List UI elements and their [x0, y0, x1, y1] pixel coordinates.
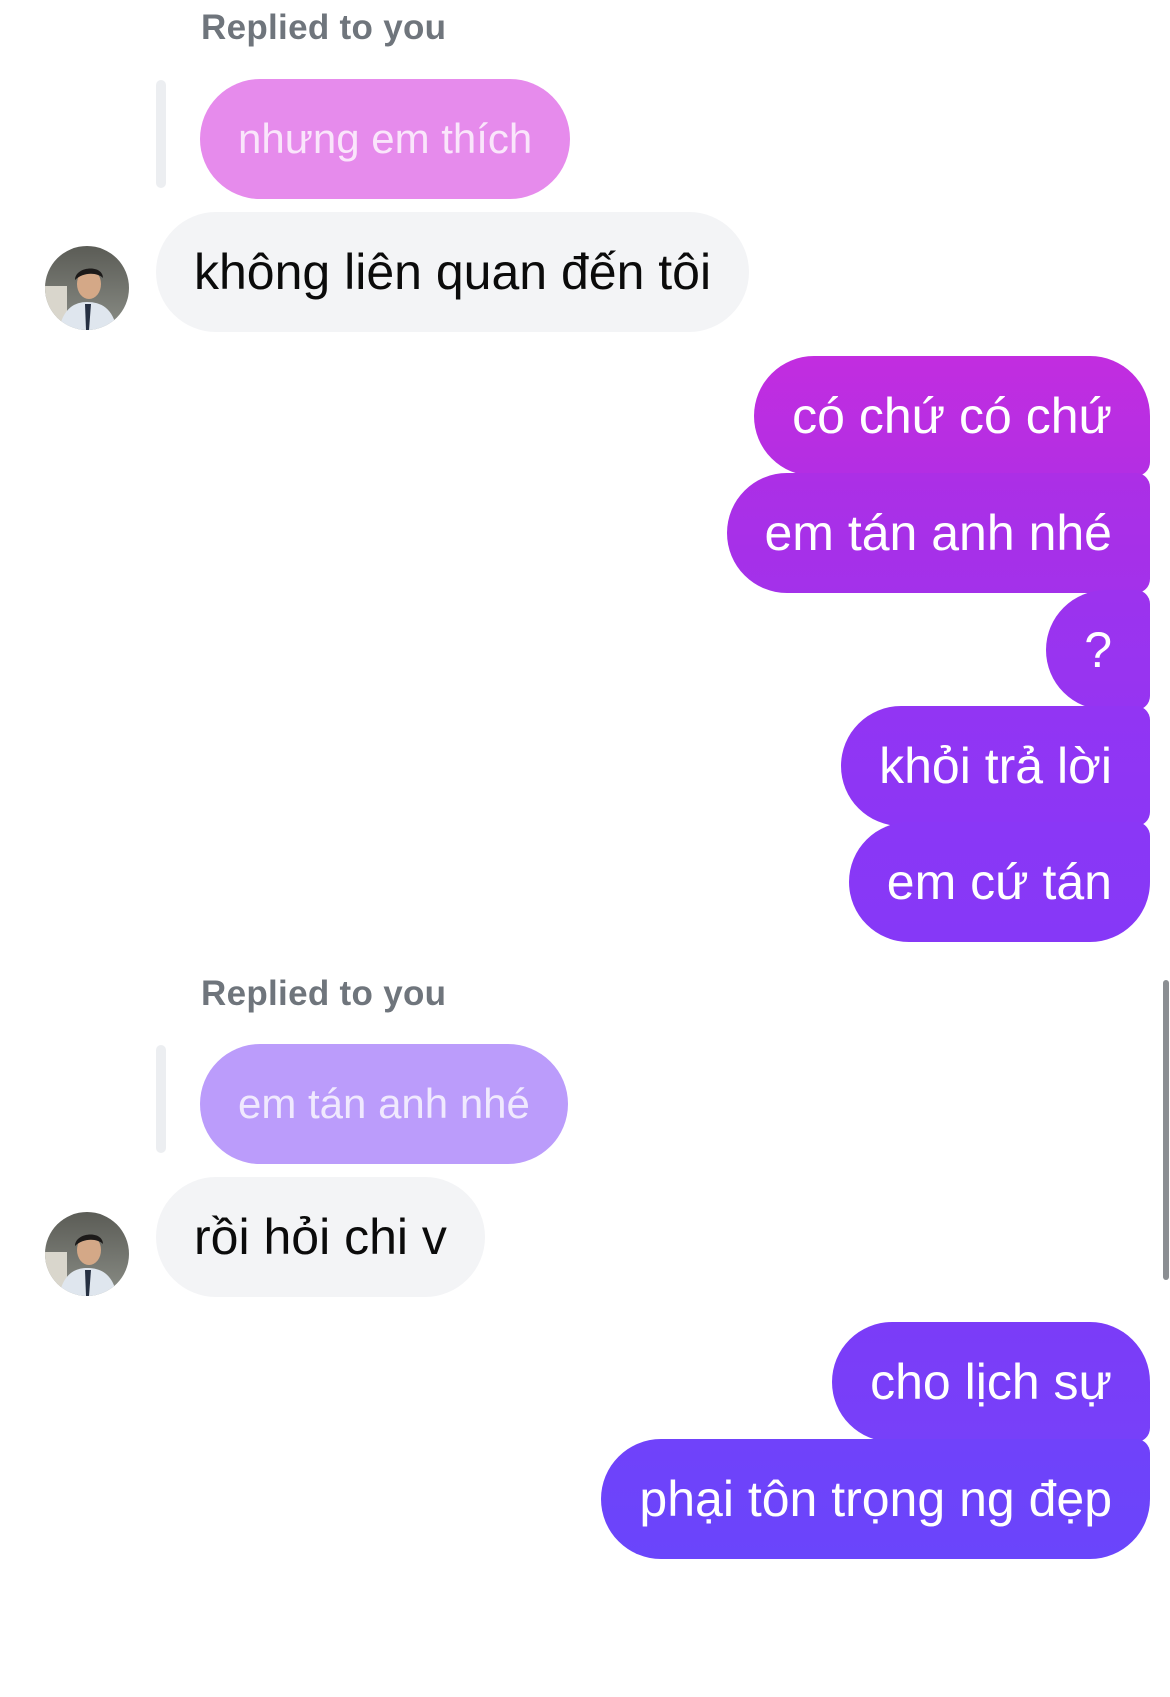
- contact-avatar[interactable]: [45, 246, 129, 330]
- sent-message-bubble[interactable]: phại tôn trọng ng đẹp: [601, 1439, 1150, 1559]
- sent-message-bubble[interactable]: em cứ tán: [848, 822, 1150, 942]
- sent-message-bubble[interactable]: cho lịch sự: [832, 1322, 1150, 1442]
- received-message-bubble[interactable]: không liên quan đến tôi: [156, 212, 750, 332]
- scrollbar-thumb[interactable]: [1163, 980, 1169, 1280]
- sent-message-bubble[interactable]: em tán anh nhé: [726, 473, 1150, 593]
- quote-bar: [156, 1045, 166, 1153]
- profile-photo-icon: [45, 246, 129, 330]
- quoted-message-bubble[interactable]: em tán anh nhé: [200, 1044, 568, 1164]
- sent-message-bubble[interactable]: có chứ có chứ: [754, 356, 1150, 476]
- sent-message-bubble[interactable]: khỏi trả lời: [841, 706, 1150, 826]
- sent-message-bubble[interactable]: ?: [1046, 590, 1150, 710]
- quoted-message-bubble[interactable]: nhưng em thích: [200, 79, 571, 199]
- received-message-bubble[interactable]: rồi hỏi chi v: [156, 1177, 485, 1297]
- quote-bar: [156, 80, 166, 188]
- profile-photo-icon: [45, 1212, 129, 1296]
- replied-to-you-label: Replied to you: [201, 974, 447, 1013]
- replied-to-you-label: Replied to you: [201, 8, 447, 47]
- contact-avatar[interactable]: [45, 1212, 129, 1296]
